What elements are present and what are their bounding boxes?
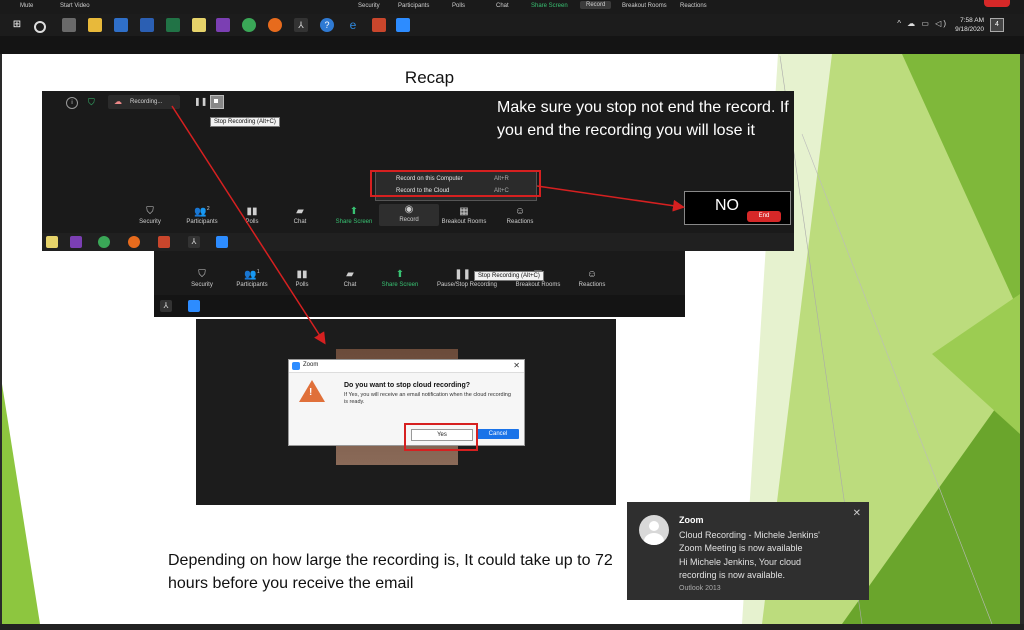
- presentation-slide: Recap i ⛉ ☁ Recording... ❚❚ Stop Recordi…: [2, 54, 1020, 624]
- outlook-icon[interactable]: [114, 18, 128, 32]
- arrow-to-no: [536, 185, 685, 212]
- end-meeting-button[interactable]: [984, 0, 1010, 7]
- windows-taskbar: ⊞ ⅄ ? e ^ ☁ ▭ ◁) 7:58 AM 9/18/2020 4: [0, 14, 1024, 36]
- start-windows-icon[interactable]: ⊞: [10, 18, 24, 32]
- security-button[interactable]: Security: [358, 3, 380, 9]
- breakout-rooms-button[interactable]: Breakout Rooms: [622, 3, 667, 9]
- notification-center-icon[interactable]: 4: [990, 18, 1004, 32]
- edge-icon[interactable]: e: [346, 18, 360, 32]
- record-button[interactable]: Record: [580, 1, 612, 9]
- firefox-icon[interactable]: [268, 18, 282, 32]
- app-icon[interactable]: [62, 18, 76, 32]
- onenote-icon[interactable]: [216, 18, 230, 32]
- arrow-to-dialog: [171, 105, 326, 345]
- system-tray-icons[interactable]: ^ ☁ ▭ ◁): [897, 19, 948, 28]
- polls-button[interactable]: Polls: [452, 3, 465, 9]
- acrobat-icon[interactable]: ⅄: [294, 18, 308, 32]
- file-explorer-icon[interactable]: [88, 18, 102, 32]
- clock[interactable]: 7:58 AM 9/18/2020: [955, 16, 984, 34]
- bottom-strip: [0, 624, 1024, 630]
- clock-time: 7:58 AM: [960, 17, 984, 24]
- zoom-icon[interactable]: [396, 18, 410, 32]
- notes-icon[interactable]: [192, 18, 206, 32]
- participants-button[interactable]: Participants: [398, 3, 429, 9]
- word-icon[interactable]: [140, 18, 154, 32]
- excel-icon[interactable]: [166, 18, 180, 32]
- window-strip: [0, 36, 1024, 54]
- share-screen-button[interactable]: Share Screen: [531, 3, 568, 9]
- annotation-arrows: [171, 105, 685, 345]
- mute-button[interactable]: Mute: [20, 3, 33, 9]
- help-icon[interactable]: ?: [320, 18, 334, 32]
- search-circle-icon[interactable]: [34, 21, 46, 33]
- clock-date: 9/18/2020: [955, 26, 984, 33]
- start-video-button[interactable]: Start Video: [60, 3, 90, 9]
- zoom-meeting-toolbar: Mute Start Video Security Participants P…: [0, 0, 1024, 14]
- chat-button[interactable]: Chat: [496, 3, 509, 9]
- chrome-icon[interactable]: [242, 18, 256, 32]
- powerpoint-icon[interactable]: [372, 18, 386, 32]
- reactions-button[interactable]: Reactions: [680, 3, 707, 9]
